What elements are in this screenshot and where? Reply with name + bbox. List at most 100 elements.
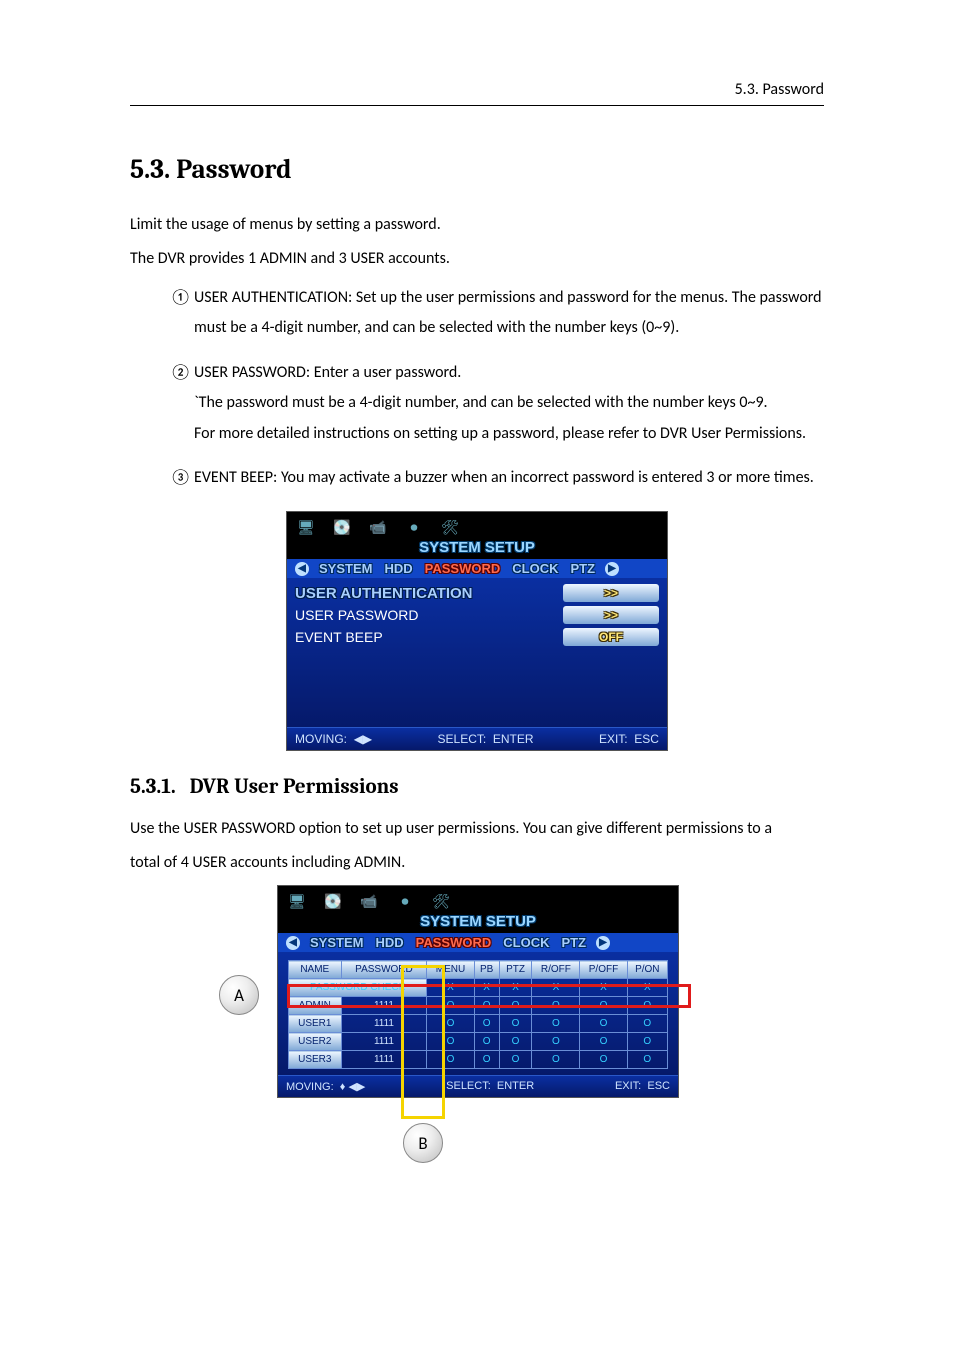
intro-p1: Limit the usage of menus by setting a pa… — [130, 213, 824, 237]
footer-moving: MOVING: ◀▶ — [295, 732, 372, 746]
numbered-list: ①USER AUTHENTICATION: Set up the user pe… — [170, 283, 824, 493]
permissions-table: NAME PASSWORD MENU PB PTZ R/OFF P/OFF P/… — [288, 960, 668, 1069]
list-marker-1: ① — [170, 283, 194, 313]
user-name: USER3 — [289, 1051, 342, 1069]
monitor-icon: 🖥 — [284, 890, 310, 912]
list-item: ①USER AUTHENTICATION: Set up the user pe… — [170, 283, 824, 344]
row-user-password[interactable]: USER PASSWORD >> — [295, 606, 659, 624]
row-label: USER AUTHENTICATION — [295, 585, 473, 602]
li2-line3: For more detailed instructions on settin… — [194, 419, 824, 449]
perm-cell[interactable]: O — [532, 1033, 580, 1051]
tab-password[interactable]: PASSWORD — [425, 561, 501, 576]
tab-clock[interactable]: CLOCK — [512, 561, 558, 576]
callout-a: A — [219, 975, 259, 1015]
section-number: 5.3. — [130, 154, 170, 185]
exit-val: ESC — [647, 1080, 670, 1092]
arrow-right-icon[interactable]: ▶ — [596, 936, 610, 950]
dvr1-tabbar: ◀ SYSTEM HDD PASSWORD CLOCK PTZ ▶ — [287, 559, 667, 578]
sub-intro-p2: total of 4 USER accounts including ADMIN… — [130, 851, 824, 875]
col-ptz: PTZ — [499, 961, 532, 979]
tab-password[interactable]: PASSWORD — [416, 935, 492, 950]
col-pon: P/ON — [627, 961, 667, 979]
callout-a-highlight — [287, 984, 691, 1008]
arrow-right-icon[interactable]: ▶ — [605, 562, 619, 576]
list-marker-3: ③ — [170, 463, 194, 493]
tab-hdd[interactable]: HDD — [384, 561, 412, 576]
perm-cell[interactable]: O — [580, 1051, 627, 1069]
header-right: 5.3. Password — [735, 80, 824, 99]
dvr2-tabbar: ◀ SYSTEM HDD PASSWORD CLOCK PTZ ▶ — [278, 933, 678, 952]
perm-cell[interactable]: O — [474, 1015, 499, 1033]
col-roff: R/OFF — [532, 961, 580, 979]
subsection-heading: 5.3.1. DVR User Permissions — [130, 775, 824, 799]
footer-moving: MOVING: ♦ ◀▶ — [286, 1080, 365, 1093]
perm-cell[interactable]: O — [580, 1033, 627, 1051]
tools-icon: 🛠 — [428, 890, 454, 912]
tab-system[interactable]: SYSTEM — [310, 935, 363, 950]
select-val: ENTER — [497, 1080, 534, 1092]
perm-cell[interactable]: O — [499, 1033, 532, 1051]
perm-cell[interactable]: O — [499, 1015, 532, 1033]
row-value[interactable]: >> — [563, 584, 659, 602]
table-row: USER2 1111 O O O O O O — [289, 1033, 668, 1051]
list-item: ②USER PASSWORD: Enter a user password. `… — [170, 358, 824, 449]
arrow-left-icon[interactable]: ◀ — [286, 936, 300, 950]
list-marker-2: ② — [170, 358, 194, 388]
dvr2-top-icons: 🖥 💽 📹 ⏺ 🛠 — [278, 886, 678, 912]
page-header: 5.3. Password — [130, 80, 824, 106]
user-name: USER2 — [289, 1033, 342, 1051]
perm-cell[interactable]: O — [532, 1015, 580, 1033]
perm-cell[interactable]: O — [580, 1015, 627, 1033]
tab-clock[interactable]: CLOCK — [503, 935, 549, 950]
select-val: ENTER — [493, 732, 534, 746]
col-poff: P/OFF — [580, 961, 627, 979]
perm-cell[interactable]: O — [627, 1051, 667, 1069]
section-title: Password — [176, 154, 291, 185]
dvr-screenshot-1: 🖥 💽 📹 ⏺ 🛠 SYSTEM SETUP ◀ SYSTEM HDD PASS… — [286, 511, 668, 751]
dvr1-footer: MOVING: ◀▶ SELECT: ENTER EXIT: ESC — [287, 727, 667, 750]
dvr-screenshot-2-wrap: 🖥 💽 📹 ⏺ 🛠 SYSTEM SETUP ◀ SYSTEM HDD PASS… — [277, 885, 677, 1098]
moving-val: ◀▶ — [354, 732, 372, 746]
tools-icon: 🛠 — [437, 516, 463, 538]
perm-cell[interactable]: O — [499, 1051, 532, 1069]
li1-line1: USER AUTHENTICATION: Set up the user per… — [194, 288, 822, 307]
perm-cell[interactable]: O — [474, 1051, 499, 1069]
hdd-icon: 💽 — [329, 516, 355, 538]
row-user-auth[interactable]: USER AUTHENTICATION >> — [295, 584, 659, 602]
select-label: SELECT: — [438, 732, 487, 746]
table-header-row: NAME PASSWORD MENU PB PTZ R/OFF P/OFF P/… — [289, 961, 668, 979]
camera-icon: 📹 — [356, 890, 382, 912]
record-icon: ⏺ — [401, 516, 427, 538]
li1-line2: must be a 4-digit number, and can be sel… — [194, 313, 824, 343]
perm-cell[interactable]: O — [627, 1015, 667, 1033]
row-value[interactable]: >> — [563, 606, 659, 624]
subsection-number: 5.3.1. — [130, 775, 176, 799]
col-name: NAME — [289, 961, 342, 979]
tab-ptz[interactable]: PTZ — [561, 935, 586, 950]
perm-cell[interactable]: O — [474, 1033, 499, 1051]
arrow-left-icon[interactable]: ◀ — [295, 562, 309, 576]
li3-line1: EVENT BEEP: You may activate a buzzer wh… — [194, 468, 814, 487]
tab-system[interactable]: SYSTEM — [319, 561, 372, 576]
perm-cell[interactable]: O — [627, 1033, 667, 1051]
tab-hdd[interactable]: HDD — [375, 935, 403, 950]
section-heading: 5.3. Password — [130, 154, 824, 185]
li2-line2: `The password must be a 4-digit number, … — [194, 388, 824, 418]
dvr1-top-icons: 🖥 💽 📹 ⏺ 🛠 — [287, 512, 667, 538]
row-label: USER PASSWORD — [295, 607, 418, 623]
moving-label: MOVING: — [295, 732, 347, 746]
col-pb: PB — [474, 961, 499, 979]
exit-label: EXIT: — [599, 732, 628, 746]
row-event-beep[interactable]: EVENT BEEP OFF — [295, 628, 659, 646]
perm-cell[interactable]: O — [532, 1051, 580, 1069]
tab-ptz[interactable]: PTZ — [570, 561, 595, 576]
list-item: ③EVENT BEEP: You may activate a buzzer w… — [170, 463, 824, 493]
row-value[interactable]: OFF — [563, 628, 659, 646]
footer-select: SELECT: ENTER — [446, 1080, 534, 1093]
record-icon: ⏺ — [392, 890, 418, 912]
dvr1-banner: SYSTEM SETUP — [287, 538, 667, 559]
subsection-title: DVR User Permissions — [190, 775, 399, 799]
moving-label: MOVING: — [286, 1081, 334, 1093]
row-label: EVENT BEEP — [295, 629, 383, 645]
exit-val: ESC — [634, 732, 659, 746]
